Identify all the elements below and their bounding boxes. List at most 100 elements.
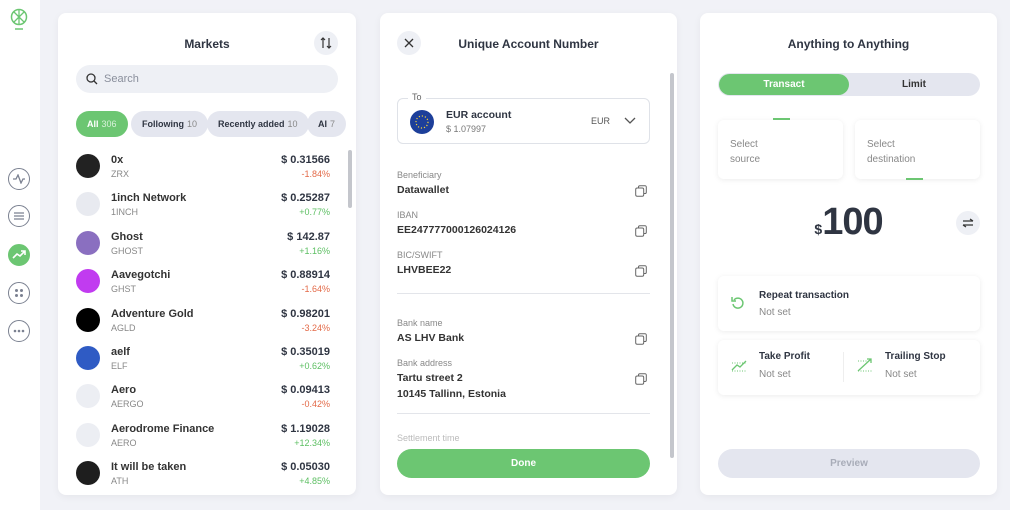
asset-change: +4.85%: [299, 476, 330, 487]
asset-name: aelf: [111, 346, 130, 358]
divider: [397, 293, 650, 294]
close-button[interactable]: [397, 31, 421, 55]
asset-symbol: GHST: [111, 284, 137, 295]
search-input[interactable]: Search: [76, 65, 338, 93]
field-value: LHVBEE22: [397, 264, 452, 276]
asset-name: Aavegotchi: [111, 269, 171, 282]
sidebar: [0, 0, 40, 510]
trade-panel: Anything to Anything Transact Limit Sele…: [700, 13, 997, 495]
close-icon: [404, 38, 414, 48]
apps-icon[interactable]: [8, 282, 30, 304]
preview-button[interactable]: Preview: [718, 449, 980, 478]
asset-row[interactable]: Aavegotchi GHST $ 0.88914 -1.64%: [76, 265, 330, 303]
asset-name: Aerodrome Finance: [111, 422, 215, 435]
markets-title: Markets: [184, 37, 230, 51]
asset-logo-icon: [76, 422, 100, 447]
tab-transact[interactable]: Transact: [719, 74, 849, 95]
filter-following[interactable]: Following 10: [131, 111, 209, 137]
filter-all[interactable]: All 306: [76, 111, 128, 137]
tab-limit[interactable]: Limit: [849, 74, 979, 95]
eu-flag-icon: [410, 110, 434, 134]
asset-change: -3.24%: [301, 322, 330, 333]
asset-name: Aero: [111, 384, 137, 397]
take-profit-icon: [731, 360, 747, 372]
repeat-icon: [731, 297, 744, 309]
asset-price: $ 0.05030: [281, 461, 330, 474]
asset-row[interactable]: Aerodrome Finance AERO $ 1.19028 +12.34%: [76, 419, 330, 457]
asset-row[interactable]: It will be taken ATH $ 0.05030 +4.85%: [76, 457, 330, 495]
account-selector[interactable]: To EUR account $ 1.07997 EUR: [397, 92, 650, 144]
asset-name: Ghost: [111, 230, 143, 243]
account-title: Unique Account Number: [458, 37, 599, 51]
asset-logo-icon: [76, 384, 100, 409]
account-panel: Unique Account Number To EUR account $ 1…: [380, 13, 677, 495]
asset-change: -1.64%: [301, 284, 330, 295]
asset-row[interactable]: Ghost GHOST $ 142.87 +1.16%: [76, 227, 330, 265]
copy-icon[interactable]: [635, 373, 647, 385]
trade-title: Anything to Anything: [787, 37, 910, 51]
field-label: Beneficiary: [397, 170, 442, 180]
asset-symbol: ELF: [111, 361, 128, 371]
more-icon[interactable]: [8, 320, 30, 342]
scrollbar[interactable]: [348, 150, 352, 208]
asset-name: Adventure Gold: [111, 307, 194, 320]
chevron-down-icon: [624, 117, 636, 124]
scrollbar[interactable]: [670, 73, 674, 458]
mode-toggle: Transact Limit: [718, 73, 980, 96]
amount-display[interactable]: $100: [700, 201, 997, 244]
asset-price: $ 0.09413: [281, 384, 330, 397]
field-value: Tartu street 2: [397, 372, 463, 384]
copy-icon[interactable]: [635, 185, 647, 197]
search-icon: [86, 73, 98, 85]
asset-price: $ 1.19028: [281, 422, 330, 435]
asset-name: 1inch Network: [111, 192, 187, 205]
asset-name: 0x: [111, 154, 124, 166]
asset-symbol: AERGO: [111, 399, 144, 410]
asset-logo-icon: [76, 307, 100, 332]
asset-change: -1.84%: [301, 169, 330, 179]
select-source[interactable]: Select source: [718, 118, 843, 179]
trending-up-icon[interactable]: [8, 244, 30, 266]
asset-change: +0.77%: [299, 207, 330, 218]
to-label: To: [408, 92, 426, 102]
swap-icon: [962, 218, 974, 228]
swap-button[interactable]: [956, 211, 980, 235]
asset-logo-icon: [76, 461, 100, 486]
done-button[interactable]: Done: [397, 449, 650, 478]
asset-row[interactable]: 0x ZRX $ 0.31566 -1.84%: [76, 150, 330, 188]
field-label: IBAN: [397, 210, 419, 220]
asset-symbol: 1INCH: [111, 207, 139, 218]
asset-symbol: AGLD: [111, 322, 136, 333]
markets-panel: Markets Search All 306 Following 10 Recent…: [58, 13, 356, 495]
asset-symbol: ZRX: [111, 169, 129, 179]
trailing-stop[interactable]: Trailing Stop Not set: [844, 340, 980, 395]
activity-icon[interactable]: [8, 168, 30, 190]
asset-change: +12.34%: [294, 437, 330, 448]
account-value: $ 1.07997: [446, 124, 487, 134]
asset-price: $ 0.25287: [281, 192, 330, 205]
filter-recently-added[interactable]: Recently added 10: [207, 111, 309, 137]
asset-symbol: AERO: [111, 437, 137, 448]
repeat-transaction[interactable]: Repeat transaction Not set: [718, 276, 980, 331]
sort-button[interactable]: [314, 31, 338, 55]
asset-symbol: GHOST: [111, 245, 144, 256]
asset-row[interactable]: 1inch Network 1INCH $ 0.25287 +0.77%: [76, 188, 330, 226]
filter-ai[interactable]: AI 7: [307, 111, 347, 137]
field-value: EE247777000126024126: [397, 224, 517, 236]
copy-icon[interactable]: [635, 225, 647, 237]
copy-icon[interactable]: [635, 333, 647, 345]
asset-symbol: ATH: [111, 476, 129, 487]
sort-icon: [320, 37, 332, 49]
take-profit[interactable]: Take Profit Not set: [718, 340, 843, 395]
asset-row[interactable]: Aero AERGO $ 0.09413 -0.42%: [76, 380, 330, 418]
field-label: BIC/SWIFT: [397, 250, 443, 260]
settlement-time-label: Settlement time: [397, 433, 460, 443]
select-destination[interactable]: Select destination: [855, 120, 980, 180]
asset-row[interactable]: Adventure Gold AGLD $ 0.98201 -3.24%: [76, 304, 330, 342]
asset-logo-icon: [76, 192, 100, 217]
asset-row[interactable]: aelf ELF $ 0.35019 +0.62%: [76, 342, 330, 380]
list-icon[interactable]: [8, 205, 30, 227]
copy-icon[interactable]: [635, 265, 647, 277]
app-logo-icon[interactable]: [10, 7, 28, 31]
divider: [397, 413, 650, 414]
